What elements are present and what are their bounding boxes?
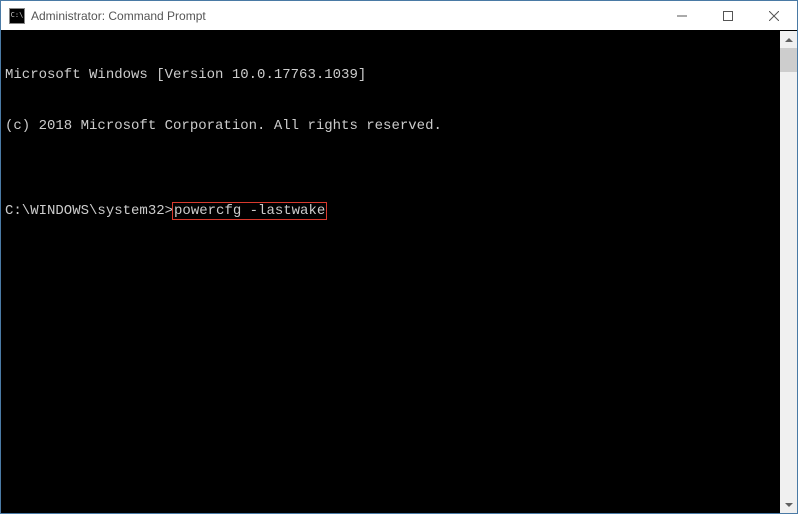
chevron-up-icon: [785, 38, 793, 42]
maximize-icon: [723, 11, 733, 21]
minimize-button[interactable]: [659, 1, 705, 30]
scroll-up-button[interactable]: [780, 31, 797, 48]
window-title: Administrator: Command Prompt: [31, 9, 659, 23]
terminal-area: Microsoft Windows [Version 10.0.17763.10…: [1, 31, 797, 513]
close-button[interactable]: [751, 1, 797, 30]
scroll-track[interactable]: [780, 48, 797, 496]
titlebar[interactable]: C:\ Administrator: Command Prompt: [1, 1, 797, 31]
terminal-line: Microsoft Windows [Version 10.0.17763.10…: [5, 67, 776, 84]
terminal-line: (c) 2018 Microsoft Corporation. All righ…: [5, 118, 776, 135]
app-icon-glyph: C:\: [11, 12, 24, 19]
prompt-line: C:\WINDOWS\system32>powercfg -lastwake: [5, 203, 776, 220]
scroll-thumb[interactable]: [780, 48, 797, 72]
close-icon: [769, 11, 779, 21]
chevron-down-icon: [785, 503, 793, 507]
app-icon: C:\: [9, 8, 25, 24]
vertical-scrollbar[interactable]: [780, 31, 797, 513]
command-text: powercfg -lastwake: [172, 202, 327, 220]
terminal[interactable]: Microsoft Windows [Version 10.0.17763.10…: [1, 31, 780, 513]
window-controls: [659, 1, 797, 30]
minimize-icon: [677, 11, 687, 21]
command-prompt-window: C:\ Administrator: Command Prompt Micros…: [0, 0, 798, 514]
scroll-down-button[interactable]: [780, 496, 797, 513]
prompt-text: C:\WINDOWS\system32>: [5, 203, 173, 219]
maximize-button[interactable]: [705, 1, 751, 30]
